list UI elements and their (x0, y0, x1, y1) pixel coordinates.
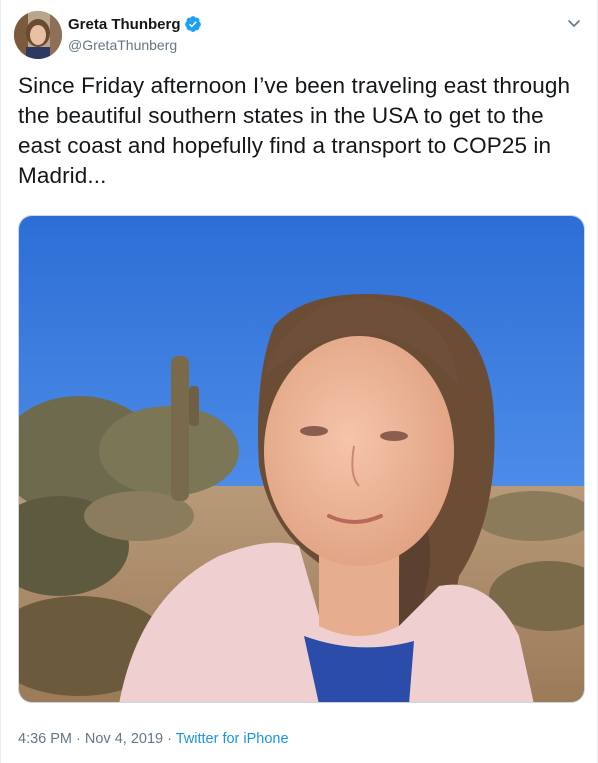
meta-separator: · (72, 731, 85, 747)
tweet-card: Greta Thunberg @GretaThunberg Since Frid… (0, 0, 598, 763)
author-display-name[interactable]: Greta Thunberg (68, 16, 181, 33)
tweet-text: Since Friday afternoon I’ve been traveli… (18, 73, 571, 188)
tweet-meta: 4:36 PM · Nov 4, 2019 · Twitter for iPho… (18, 731, 289, 747)
avatar[interactable] (14, 11, 62, 59)
tweet-source-link[interactable]: Twitter for iPhone (176, 731, 289, 747)
tweet-photo[interactable] (18, 215, 585, 703)
author-handle[interactable]: @GretaThunberg (68, 37, 177, 53)
chevron-down-icon[interactable] (565, 14, 583, 32)
tweet-date[interactable]: Nov 4, 2019 (85, 731, 163, 747)
selfie-desert-photo (19, 216, 584, 702)
meta-separator: · (163, 731, 176, 747)
avatar-image (14, 11, 62, 59)
verified-badge-icon (184, 15, 202, 33)
tweet-time[interactable]: 4:36 PM (18, 731, 72, 747)
author-name-row: Greta Thunberg (68, 15, 202, 33)
